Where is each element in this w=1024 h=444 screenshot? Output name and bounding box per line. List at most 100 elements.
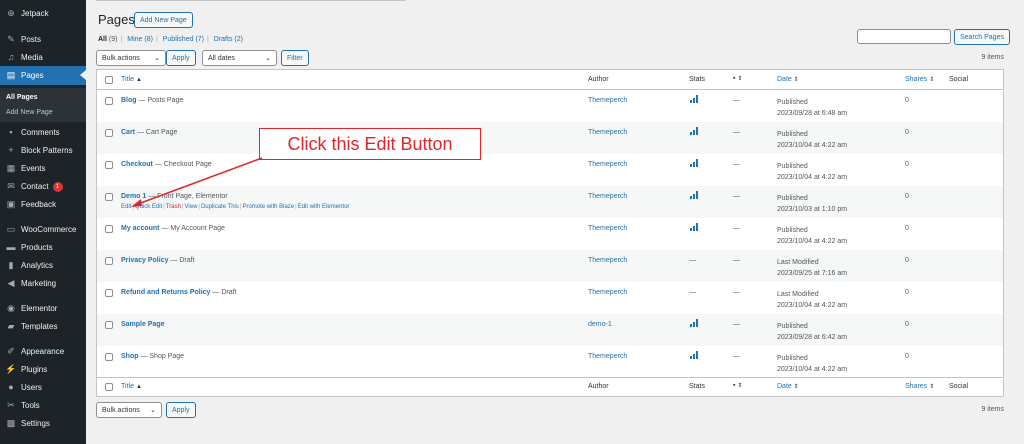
page-title-cell: Privacy Policy — Draft: [121, 257, 195, 264]
stats-bar-chart-icon[interactable]: [690, 127, 699, 135]
menu-events[interactable]: ▦ Events: [0, 159, 86, 178]
date-cell: Published 2023/10/04 at 4:22 am: [777, 353, 847, 375]
search-pages-button[interactable]: Search Pages: [954, 29, 1010, 45]
page-title-link[interactable]: My account: [121, 225, 160, 232]
menu-marketing[interactable]: ◀ Marketing: [0, 274, 86, 293]
author-link[interactable]: demo-1: [588, 321, 612, 328]
page-title-link[interactable]: Shop: [121, 353, 139, 360]
menu-pages[interactable]: ▤ Pages: [0, 66, 86, 85]
page-title-link[interactable]: Demo 1: [121, 193, 146, 200]
page-title-link[interactable]: Checkout: [121, 161, 153, 168]
view-mine[interactable]: Mine (8): [127, 36, 153, 43]
shares-count: 0: [905, 321, 909, 328]
submenu-add-new-page[interactable]: Add New Page: [0, 105, 86, 120]
menu-appearance[interactable]: ✐ Appearance: [0, 342, 86, 361]
row-checkbox[interactable]: [105, 225, 113, 233]
row-checkbox[interactable]: [105, 257, 113, 265]
stats-bar-chart-icon[interactable]: [690, 159, 699, 167]
edit-elementor-link[interactable]: Edit with Elementor: [298, 204, 350, 210]
menu-templates[interactable]: ▰ Templates: [0, 317, 86, 336]
page-title-link[interactable]: Cart: [121, 129, 135, 136]
column-title[interactable]: Title ▲: [121, 76, 142, 83]
page-title-cell: Cart — Cart Page: [121, 129, 177, 136]
author-link[interactable]: Themeperch: [588, 353, 627, 360]
menu-users[interactable]: ● Users: [0, 378, 86, 397]
apply-button-bottom[interactable]: Apply: [166, 402, 196, 418]
promote-blaze-link[interactable]: Promote with Blaze: [242, 204, 294, 210]
author-link[interactable]: Themeperch: [588, 257, 627, 264]
add-new-page-button[interactable]: Add New Page: [134, 12, 193, 28]
page-title-link[interactable]: Refund and Returns Policy: [121, 289, 210, 296]
trash-link[interactable]: Trash: [166, 204, 181, 210]
archive-icon: ▬: [6, 242, 16, 252]
column-shares[interactable]: Shares ⇕: [905, 76, 934, 83]
author-link[interactable]: Themeperch: [588, 161, 627, 168]
dates-select[interactable]: All dates ⌄: [202, 50, 277, 66]
view-drafts[interactable]: Drafts (2): [214, 36, 243, 43]
row-checkbox[interactable]: [105, 129, 113, 137]
row-checkbox[interactable]: [105, 353, 113, 361]
date-cell: Published 2023/10/03 at 1:10 pm: [777, 193, 847, 215]
stats-bar-chart-icon[interactable]: [690, 191, 699, 199]
select-all-checkbox-footer[interactable]: [105, 383, 113, 391]
author-link[interactable]: Themeperch: [588, 289, 627, 296]
view-link[interactable]: View: [185, 204, 198, 210]
table-row: Shop — Shop Page Themeperch — Published 2023…: [97, 346, 1003, 378]
row-checkbox[interactable]: [105, 97, 113, 105]
menu-woocommerce[interactable]: ▭ WooCommerce: [0, 220, 86, 239]
author-link[interactable]: Themeperch: [588, 129, 627, 136]
menu-products[interactable]: ▬ Products: [0, 238, 86, 257]
view-published[interactable]: Published (7): [163, 36, 204, 43]
column-date-footer[interactable]: Date ⇕: [777, 383, 799, 390]
page-title-link[interactable]: Blog: [121, 97, 137, 104]
bulk-actions-select[interactable]: Bulk actions ⌄: [96, 50, 166, 66]
menu-jetpack[interactable]: ⊕ Jetpack: [0, 4, 86, 23]
date-value: 2023/10/04 at 4:22 am: [777, 238, 848, 245]
view-all[interactable]: All: [98, 36, 107, 43]
row-checkbox[interactable]: [105, 193, 113, 201]
apply-button[interactable]: Apply: [166, 50, 196, 66]
comments-count: —: [733, 97, 740, 104]
submenu-all-pages[interactable]: All Pages: [0, 90, 86, 105]
menu-feedback[interactable]: ▣ Feedback: [0, 195, 86, 214]
select-all-checkbox[interactable]: [105, 76, 113, 84]
menu-plugins[interactable]: ⚡ Plugins: [0, 360, 86, 379]
menu-block-patterns[interactable]: + Block Patterns: [0, 141, 86, 160]
filter-button[interactable]: Filter: [281, 50, 309, 66]
column-date[interactable]: Date ⇕: [777, 76, 799, 83]
comments-count: —: [733, 289, 740, 296]
column-title-footer[interactable]: Title ▲: [121, 383, 142, 390]
page-title-link[interactable]: Sample Page: [121, 321, 165, 328]
author-link[interactable]: Themeperch: [588, 193, 627, 200]
bulk-actions-select-bottom[interactable]: Bulk actions ⌄: [96, 402, 162, 418]
page-title-link[interactable]: Privacy Policy: [121, 257, 168, 264]
brush-icon: ✐: [7, 346, 15, 356]
menu-analytics[interactable]: ▮ Analytics: [0, 256, 86, 275]
menu-media[interactable]: ♫ Media: [0, 48, 86, 67]
stats-bar-chart-icon[interactable]: [690, 351, 699, 359]
edit-link[interactable]: Edit: [121, 204, 131, 210]
duplicate-link[interactable]: Duplicate This: [201, 204, 239, 210]
comments-count: —: [733, 193, 740, 200]
menu-settings[interactable]: ▩ Settings: [0, 414, 86, 433]
column-comments[interactable]: ▪ ⇕: [733, 75, 743, 82]
menu-contact[interactable]: ✉ Contact 1: [0, 177, 86, 196]
author-link[interactable]: Themeperch: [588, 225, 627, 232]
search-input[interactable]: [857, 29, 951, 44]
row-checkbox[interactable]: [105, 161, 113, 169]
page-state: — Cart Page: [135, 129, 178, 136]
stats-bar-chart-icon[interactable]: [690, 223, 699, 231]
row-checkbox[interactable]: [105, 321, 113, 329]
row-checkbox[interactable]: [105, 289, 113, 297]
stats-bar-chart-icon[interactable]: [690, 95, 699, 103]
column-comments-footer[interactable]: ▪ ⇕: [733, 382, 743, 389]
menu-comments[interactable]: ▪ Comments: [0, 123, 86, 142]
author-link[interactable]: Themeperch: [588, 97, 627, 104]
table-row: Sample Page demo-1 — Published 2023/09/28 at…: [97, 314, 1003, 346]
stats-bar-chart-icon[interactable]: [690, 319, 699, 327]
menu-elementor[interactable]: ◉ Elementor: [0, 299, 86, 318]
column-shares-footer[interactable]: Shares ⇕: [905, 383, 934, 390]
menu-tools[interactable]: ✂ Tools: [0, 396, 86, 415]
quick-edit-link[interactable]: Quick Edit: [135, 204, 162, 210]
menu-posts[interactable]: ✎ Posts: [0, 30, 86, 49]
